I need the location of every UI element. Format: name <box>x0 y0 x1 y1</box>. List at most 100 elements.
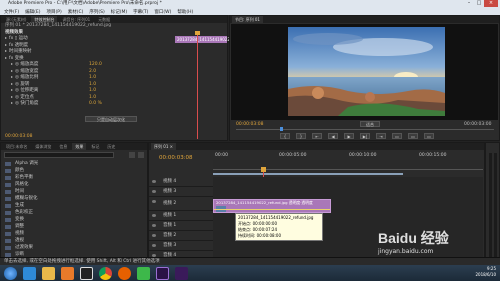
effects-folder-item[interactable]: 视频 <box>1 230 147 237</box>
transport-button-3[interactable]: ◀ <box>328 133 338 139</box>
effects-folder-item[interactable]: 时间 <box>1 188 147 195</box>
expand-triangle-icon[interactable] <box>11 95 13 98</box>
expand-triangle-icon[interactable] <box>5 37 7 39</box>
tab-effect-controls-1[interactable]: 特效控制台 <box>31 16 58 23</box>
effects-folder-item[interactable]: 色彩校正 <box>1 209 147 216</box>
expand-triangle-icon[interactable] <box>11 63 13 65</box>
track-header[interactable]: 视频 4 <box>149 177 213 187</box>
tab-effect-controls-0[interactable]: 源:(无素材) <box>3 16 29 23</box>
tab-effect-controls-3[interactable]: 元数据 <box>95 16 113 23</box>
time-ruler[interactable] <box>213 160 483 170</box>
expand-triangle-icon[interactable] <box>5 43 7 46</box>
effects-folder-item[interactable]: 彩色平衡 <box>1 174 147 181</box>
transport-button-7[interactable]: ▭ <box>392 133 402 139</box>
program-scrubber[interactable] <box>236 129 494 130</box>
menu-item-5[interactable]: 标记(M) <box>111 9 127 15</box>
chrome-icon[interactable] <box>99 266 112 280</box>
transport-button-9[interactable]: ▭ <box>424 133 434 139</box>
effect-row-label: fx 变换 <box>9 55 24 61</box>
menu-item-1[interactable]: 编辑(E) <box>25 9 40 15</box>
track-header[interactable]: 音频 3 <box>149 241 213 251</box>
tab-program-0[interactable]: 节目: 序列 01 <box>232 16 263 23</box>
effects-folder-item[interactable]: 变换 <box>1 216 147 223</box>
tab-effect-controls-2[interactable]: 调音台: 序列01 <box>59 16 93 23</box>
menu-item-6[interactable]: 字幕(T) <box>133 9 148 15</box>
close-icon[interactable]: × <box>484 0 498 7</box>
auto-dropdown[interactable]: 只是自动层次化 <box>85 116 137 122</box>
transport-button-0[interactable]: { <box>280 133 290 139</box>
eye-icon[interactable] <box>152 180 156 183</box>
expand-triangle-icon[interactable] <box>11 69 13 72</box>
expand-triangle-icon[interactable] <box>5 50 7 52</box>
track-header[interactable]: 视频 2 <box>149 197 213 211</box>
effects-search-input[interactable] <box>4 152 114 158</box>
transport-button-4[interactable]: ▶ <box>344 133 354 139</box>
timeline-playhead-head[interactable] <box>261 167 266 172</box>
media-player-icon[interactable] <box>61 266 74 280</box>
effects-folder-item[interactable]: 风格化 <box>1 181 147 188</box>
menu-item-0[interactable]: 文件(F) <box>4 9 19 15</box>
menu-item-3[interactable]: 素材(C) <box>68 9 84 15</box>
qq-icon[interactable] <box>80 266 93 280</box>
track-header[interactable]: 视频 1 <box>149 211 213 221</box>
tab-project-0[interactable]: 项目:未命名 <box>3 143 30 150</box>
maximize-icon[interactable]: □ <box>474 0 484 7</box>
program-playhead[interactable] <box>280 127 283 131</box>
eye-icon[interactable] <box>152 214 156 217</box>
program-timecode-right: 00:00:03:00 <box>464 122 492 127</box>
media-encoder-icon[interactable] <box>175 266 188 280</box>
player-icon[interactable] <box>137 266 150 280</box>
eye-icon[interactable] <box>152 234 156 237</box>
work-area-bar[interactable] <box>213 173 403 175</box>
folder-icon[interactable] <box>42 266 55 280</box>
expand-triangle-icon[interactable] <box>11 102 13 104</box>
program-monitor-tabs: 节目: 序列 01 <box>230 16 499 23</box>
track-header[interactable]: 音频 2 <box>149 231 213 241</box>
eye-icon[interactable] <box>152 224 156 227</box>
eye-icon[interactable] <box>152 190 156 193</box>
tab-sequence[interactable]: 序列 01 × <box>151 143 176 150</box>
ie-icon[interactable] <box>23 266 36 280</box>
effects-folder-item[interactable]: 颜色 <box>1 167 147 174</box>
eye-icon[interactable] <box>152 244 156 247</box>
effect-row[interactable]: ◎ 快门角度 0.0 % <box>1 101 227 108</box>
effects-folder-item[interactable]: 调整 <box>1 223 147 230</box>
effect-row-value[interactable]: 0.0 % <box>89 101 102 108</box>
firefox-icon[interactable] <box>118 266 131 280</box>
premiere-pro-icon[interactable] <box>156 266 169 280</box>
menu-item-7[interactable]: 窗口(W) <box>154 9 171 15</box>
transport-button-8[interactable]: ▭ <box>408 133 418 139</box>
expand-triangle-icon[interactable] <box>11 76 13 78</box>
transport-button-6[interactable]: ⇥ <box>376 133 386 139</box>
expand-triangle-icon[interactable] <box>5 56 7 59</box>
tab-project-2[interactable]: 信息 <box>56 143 70 150</box>
expand-triangle-icon[interactable] <box>11 89 13 91</box>
transport-button-1[interactable]: } <box>296 133 306 139</box>
effects-folder-item[interactable]: 模糊与锐化 <box>1 195 147 202</box>
tab-project-4[interactable]: 标记 <box>88 143 102 150</box>
delete-icon[interactable] <box>138 152 144 158</box>
track-header[interactable]: 视频 3 <box>149 187 213 197</box>
track-header[interactable]: 音频 1 <box>149 221 213 231</box>
new-bin-icon[interactable] <box>129 152 135 158</box>
eye-icon[interactable] <box>152 200 156 203</box>
menu-item-8[interactable]: 帮助(H) <box>177 9 193 15</box>
transport-controls: {} ⇤ ◀ ▶ ▶| ⇥ ▭ ▭ ▭ <box>280 133 434 139</box>
expand-triangle-icon[interactable] <box>11 82 13 85</box>
effects-folder-item[interactable]: 生成 <box>1 202 147 209</box>
tab-project-3[interactable]: 效果 <box>72 143 87 150</box>
menu-item-4[interactable]: 序列(S) <box>89 9 104 15</box>
tab-project-1[interactable]: 媒体浏览 <box>32 143 54 150</box>
effects-folder-item[interactable]: 过渡效果 <box>1 244 147 251</box>
tab-project-5[interactable]: 历史 <box>104 143 118 150</box>
effects-folder-item[interactable]: 透视 <box>1 237 147 244</box>
transport-button-2[interactable]: ⇤ <box>312 133 322 139</box>
timeline-clip[interactable]: 20137284_141154419022_refund.jpg 透明度·透明度 <box>213 199 331 213</box>
clock[interactable]: 9:25 2018/6/10 <box>475 266 496 278</box>
transport-button-5[interactable]: ▶| <box>360 133 370 139</box>
start-button-icon[interactable] <box>4 266 17 280</box>
fit-dropdown[interactable]: 适合 <box>360 121 380 127</box>
minimize-icon[interactable]: – <box>464 0 474 7</box>
menu-item-2[interactable]: 项目(P) <box>46 9 61 15</box>
effects-folder-item[interactable]: Alpha 调光 <box>1 160 147 167</box>
